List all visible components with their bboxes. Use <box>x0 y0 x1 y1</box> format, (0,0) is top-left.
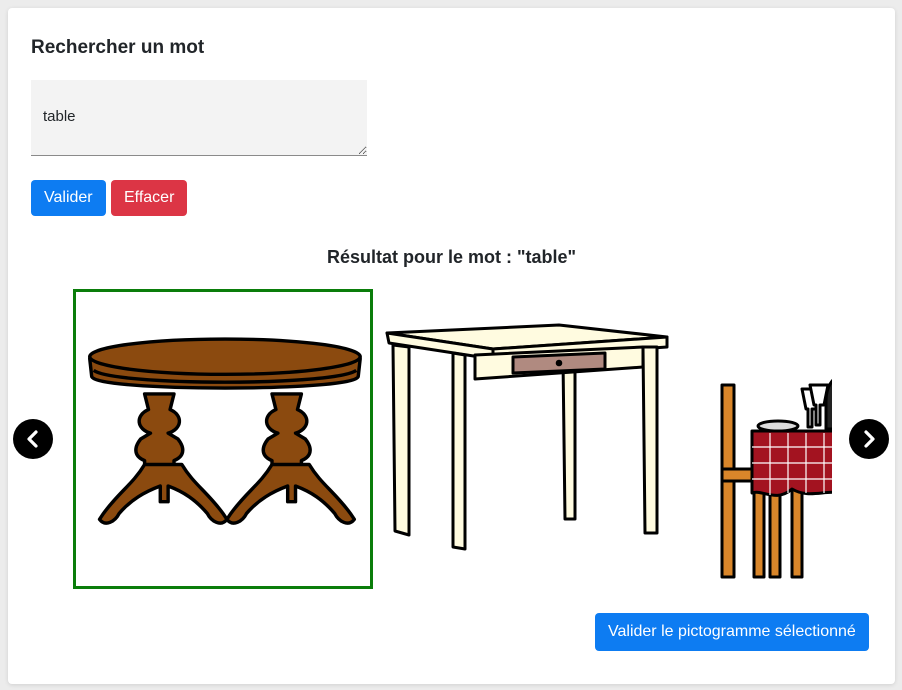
carousel-prev-button[interactable] <box>13 419 53 459</box>
result-heading: Résultat pour le mot : "table" <box>326 247 577 267</box>
search-heading: Rechercher un mot <box>31 37 205 58</box>
pictogram-carousel <box>70 287 832 591</box>
pictogram-item-desk[interactable] <box>383 289 683 589</box>
round-wooden-table-icon <box>88 337 362 525</box>
pictogram-item-restaurant-table[interactable] <box>692 289 832 589</box>
restaurant-table-icon <box>720 378 832 579</box>
validate-button[interactable]: Valider <box>31 180 106 216</box>
pictogram-item-round-table[interactable] <box>73 289 373 589</box>
search-input[interactable] <box>31 80 367 156</box>
search-card: Rechercher un mot Valider Effacer Résult… <box>8 8 895 684</box>
confirm-pictogram-button[interactable]: Valider le pictogramme sélectionné <box>595 613 869 651</box>
clear-button[interactable]: Effacer <box>111 180 188 216</box>
chevron-left-icon <box>27 430 38 448</box>
desk-table-with-drawer-icon <box>385 323 669 551</box>
chevron-right-icon <box>864 430 875 448</box>
carousel-next-button[interactable] <box>849 419 889 459</box>
